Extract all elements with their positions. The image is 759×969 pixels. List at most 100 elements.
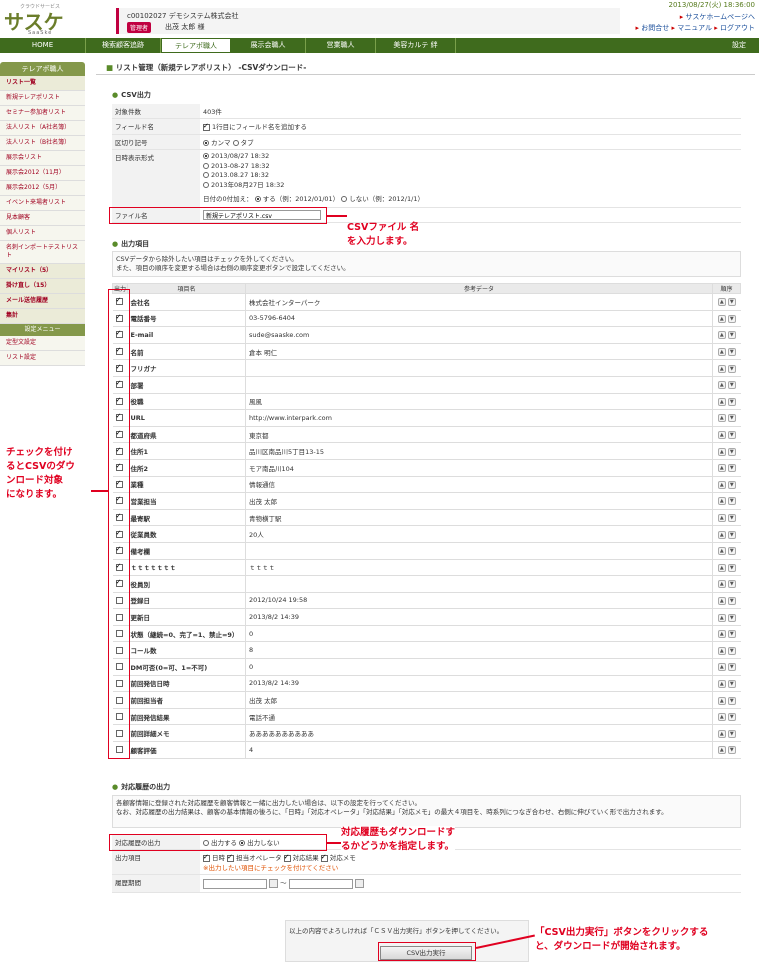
- contact-link[interactable]: お問合せ: [641, 24, 669, 32]
- move-up-icon[interactable]: ▲: [717, 630, 726, 639]
- move-up-icon[interactable]: ▲: [717, 514, 726, 523]
- move-down-icon[interactable]: ▼: [727, 663, 736, 672]
- move-down-icon[interactable]: ▼: [727, 696, 736, 705]
- move-up-icon[interactable]: ▲: [717, 713, 726, 722]
- sidebar-item-list[interactable]: 展示会2012（11月）: [0, 166, 85, 181]
- history-item-checkbox[interactable]: [283, 853, 291, 862]
- sidebar-item-list[interactable]: 展示会2012（5月）: [0, 181, 85, 196]
- move-up-icon[interactable]: ▲: [717, 364, 726, 373]
- move-down-icon[interactable]: ▼: [727, 679, 736, 688]
- history-item-checkbox[interactable]: [320, 853, 328, 862]
- nav-beauty-karte[interactable]: 美容カルテ 絆: [376, 38, 456, 53]
- move-up-icon[interactable]: ▲: [717, 397, 726, 406]
- move-up-icon[interactable]: ▲: [717, 563, 726, 572]
- move-up-icon[interactable]: ▲: [717, 414, 726, 423]
- move-up-icon[interactable]: ▲: [717, 298, 726, 307]
- nav-home[interactable]: HOME: [0, 38, 86, 53]
- calendar-icon[interactable]: [269, 878, 278, 888]
- move-down-icon[interactable]: ▼: [727, 464, 736, 473]
- field-name-checkbox[interactable]: [203, 122, 210, 131]
- move-up-icon[interactable]: ▲: [717, 547, 726, 556]
- separator-comma-radio[interactable]: [203, 140, 209, 146]
- move-down-icon[interactable]: ▼: [727, 580, 736, 589]
- move-up-icon[interactable]: ▲: [717, 746, 726, 755]
- move-up-icon[interactable]: ▲: [717, 663, 726, 672]
- move-down-icon[interactable]: ▼: [727, 431, 736, 440]
- date-format-radio[interactable]: [203, 181, 209, 188]
- sidebar-item-list[interactable]: イベント来場者リスト: [0, 196, 85, 211]
- move-up-icon[interactable]: ▲: [717, 679, 726, 688]
- move-down-icon[interactable]: ▼: [727, 729, 736, 738]
- nav-sales[interactable]: 営業職人: [306, 38, 376, 53]
- history-item-checkbox[interactable]: [203, 853, 210, 862]
- move-up-icon[interactable]: ▲: [717, 480, 726, 489]
- date-format-radio[interactable]: [203, 172, 209, 178]
- date-format-radio[interactable]: [203, 153, 209, 159]
- move-down-icon[interactable]: ▼: [727, 713, 736, 722]
- sidebar-item-list[interactable]: 新規テレアポリスト: [0, 91, 85, 106]
- move-down-icon[interactable]: ▼: [727, 497, 736, 506]
- nav-teleapo[interactable]: テレアポ職人: [161, 38, 231, 53]
- move-up-icon[interactable]: ▲: [717, 596, 726, 605]
- manual-link[interactable]: マニュアル: [677, 24, 712, 32]
- move-down-icon[interactable]: ▼: [727, 364, 736, 373]
- move-down-icon[interactable]: ▼: [727, 746, 736, 755]
- nav-settings[interactable]: 設定: [719, 38, 759, 53]
- calendar-icon[interactable]: [354, 878, 364, 888]
- sidebar-item-list[interactable]: 見本顧客: [0, 211, 85, 226]
- sidebar-item-list[interactable]: 個人リスト: [0, 226, 85, 241]
- move-down-icon[interactable]: ▼: [727, 298, 736, 307]
- move-up-icon[interactable]: ▲: [717, 331, 726, 340]
- move-down-icon[interactable]: ▼: [727, 447, 736, 456]
- move-down-icon[interactable]: ▼: [727, 646, 736, 655]
- move-up-icon[interactable]: ▲: [717, 646, 726, 655]
- sidebar-item-list[interactable]: 展示会リスト: [0, 151, 85, 166]
- sidebar-item-template[interactable]: 定型文設定: [0, 336, 85, 351]
- move-up-icon[interactable]: ▲: [717, 464, 726, 473]
- sidebar-item-mylist[interactable]: マイリスト（5）: [0, 264, 85, 279]
- period-end-input[interactable]: [288, 878, 353, 889]
- zero-pad-yes-radio[interactable]: [254, 196, 261, 202]
- sidebar-item-list[interactable]: 法人リスト（A社名簿）: [0, 121, 85, 136]
- move-up-icon[interactable]: ▲: [717, 348, 726, 357]
- move-up-icon[interactable]: ▲: [717, 314, 726, 323]
- sidebar-item-list[interactable]: 法人リスト（B社名簿）: [0, 136, 85, 151]
- move-down-icon[interactable]: ▼: [727, 314, 736, 323]
- homepage-link[interactable]: サスケホームページへ: [685, 13, 755, 21]
- sidebar-item-mail-history[interactable]: メール送信履歴: [0, 294, 85, 309]
- move-down-icon[interactable]: ▼: [727, 480, 736, 489]
- move-up-icon[interactable]: ▲: [717, 580, 726, 589]
- move-up-icon[interactable]: ▲: [717, 431, 726, 440]
- move-down-icon[interactable]: ▼: [727, 563, 736, 572]
- sidebar-item-summary[interactable]: 集計: [0, 309, 85, 324]
- move-down-icon[interactable]: ▼: [727, 514, 736, 523]
- move-down-icon[interactable]: ▼: [727, 530, 736, 539]
- move-down-icon[interactable]: ▼: [727, 630, 736, 639]
- separator-tab-radio[interactable]: [232, 140, 239, 146]
- move-down-icon[interactable]: ▼: [727, 348, 736, 357]
- history-item-checkbox[interactable]: [227, 853, 235, 862]
- nav-search-tracking[interactable]: 検索顧客追跡: [86, 38, 161, 53]
- move-up-icon[interactable]: ▲: [717, 729, 726, 738]
- sidebar-item-list[interactable]: セミナー参加者リスト: [0, 106, 85, 121]
- move-down-icon[interactable]: ▼: [727, 397, 736, 406]
- sidebar-item-list[interactable]: リスト一覧: [0, 76, 85, 91]
- move-up-icon[interactable]: ▲: [717, 696, 726, 705]
- move-up-icon[interactable]: ▲: [717, 381, 726, 390]
- zero-pad-no-radio[interactable]: [341, 196, 348, 202]
- date-format-radio[interactable]: [203, 162, 209, 169]
- nav-exhibition[interactable]: 展示会職人: [231, 38, 306, 53]
- move-down-icon[interactable]: ▼: [727, 414, 736, 423]
- move-up-icon[interactable]: ▲: [717, 530, 726, 539]
- logout-link[interactable]: ログアウト: [720, 24, 755, 32]
- move-up-icon[interactable]: ▲: [717, 497, 726, 506]
- move-down-icon[interactable]: ▼: [727, 547, 736, 556]
- move-down-icon[interactable]: ▼: [727, 596, 736, 605]
- move-up-icon[interactable]: ▲: [717, 447, 726, 456]
- move-down-icon[interactable]: ▼: [727, 613, 736, 622]
- sidebar-item-list[interactable]: 名刺インポートテストリスト: [0, 241, 85, 264]
- sidebar-item-callback[interactable]: 掛け直し（15）: [0, 279, 85, 294]
- sidebar-item-list-settings[interactable]: リスト設定: [0, 351, 85, 366]
- move-down-icon[interactable]: ▼: [727, 331, 736, 340]
- move-down-icon[interactable]: ▼: [727, 381, 736, 390]
